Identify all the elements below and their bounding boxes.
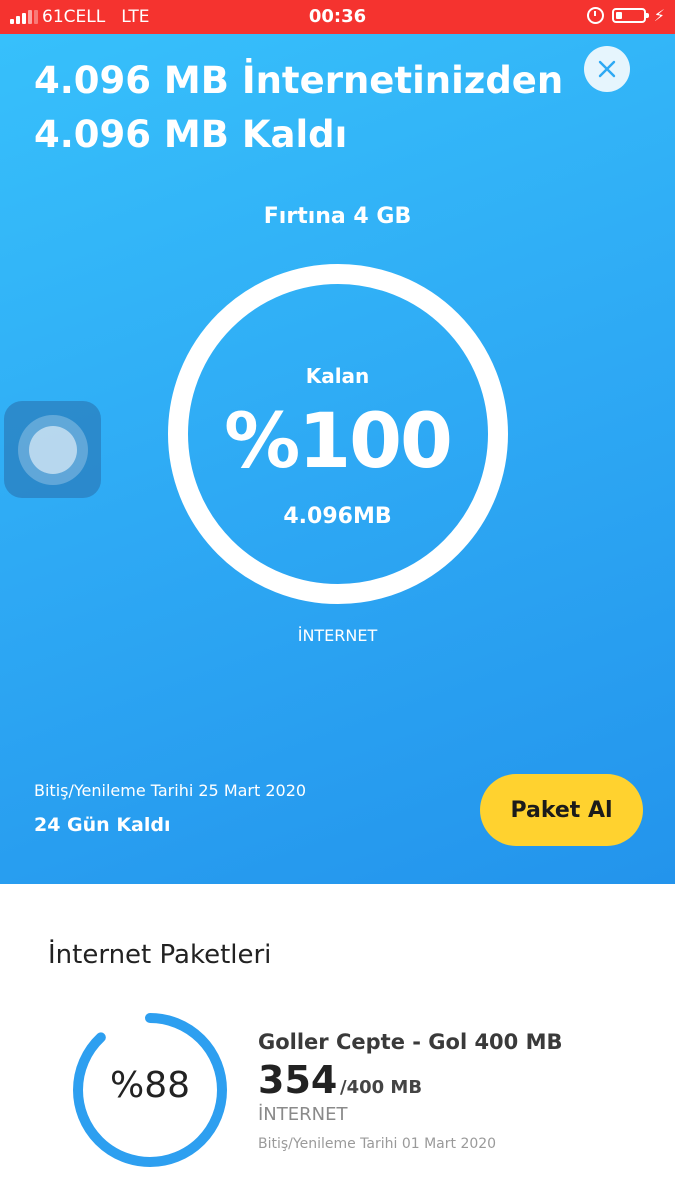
assistive-touch-icon <box>17 414 88 485</box>
close-button[interactable] <box>584 46 630 92</box>
package-name: Fırtına 4 GB <box>263 204 412 229</box>
package-renewal-date: Bitiş/Yenileme Tarihi 01 Mart 2020 <box>258 1136 497 1152</box>
remaining-amount: 4.096MB <box>283 504 392 529</box>
close-icon <box>598 60 616 78</box>
status-right: ⚡ <box>586 5 665 25</box>
signal-icon <box>10 10 38 24</box>
internet-usage-panel: 4.096 MB İnternetinizden 4.096 MB Kaldı … <box>0 34 675 884</box>
buy-package-button[interactable]: Paket Al <box>480 774 643 846</box>
days-left: 24 Gün Kaldı <box>34 814 171 836</box>
package-percent: %88 <box>109 1065 190 1106</box>
title-line-1: 4.096 MB İnternetinizden <box>34 59 564 102</box>
assistive-touch-button[interactable] <box>4 401 101 498</box>
title-line-2: 4.096 MB Kaldı <box>34 113 348 156</box>
charging-icon: ⚡ <box>653 5 665 25</box>
remaining-percent: %100 <box>224 396 453 485</box>
usage-type: İNTERNET <box>297 626 378 645</box>
network-type: LTE <box>121 7 150 27</box>
renewal-date: Bitiş/Yenileme Tarihi 25 Mart 2020 <box>34 781 307 800</box>
carrier-info: 61CELL LTE <box>10 7 149 27</box>
remaining-label: Kalan <box>305 364 370 388</box>
alarm-icon <box>586 7 604 24</box>
status-bar: 61CELL LTE 00:36 ⚡ <box>0 0 675 34</box>
package-total: /400 MB <box>340 1077 423 1098</box>
package-remaining: 354 <box>258 1058 338 1102</box>
section-title: İnternet Paketleri <box>48 940 272 970</box>
page-title: 4.096 MB İnternetinizden 4.096 MB Kaldı <box>34 54 563 162</box>
battery-icon <box>611 8 649 23</box>
carrier-name: 61CELL <box>42 7 106 27</box>
package-type: İNTERNET <box>258 1104 348 1125</box>
package-name: Goller Cepte - Gol 400 MB <box>258 1030 563 1054</box>
